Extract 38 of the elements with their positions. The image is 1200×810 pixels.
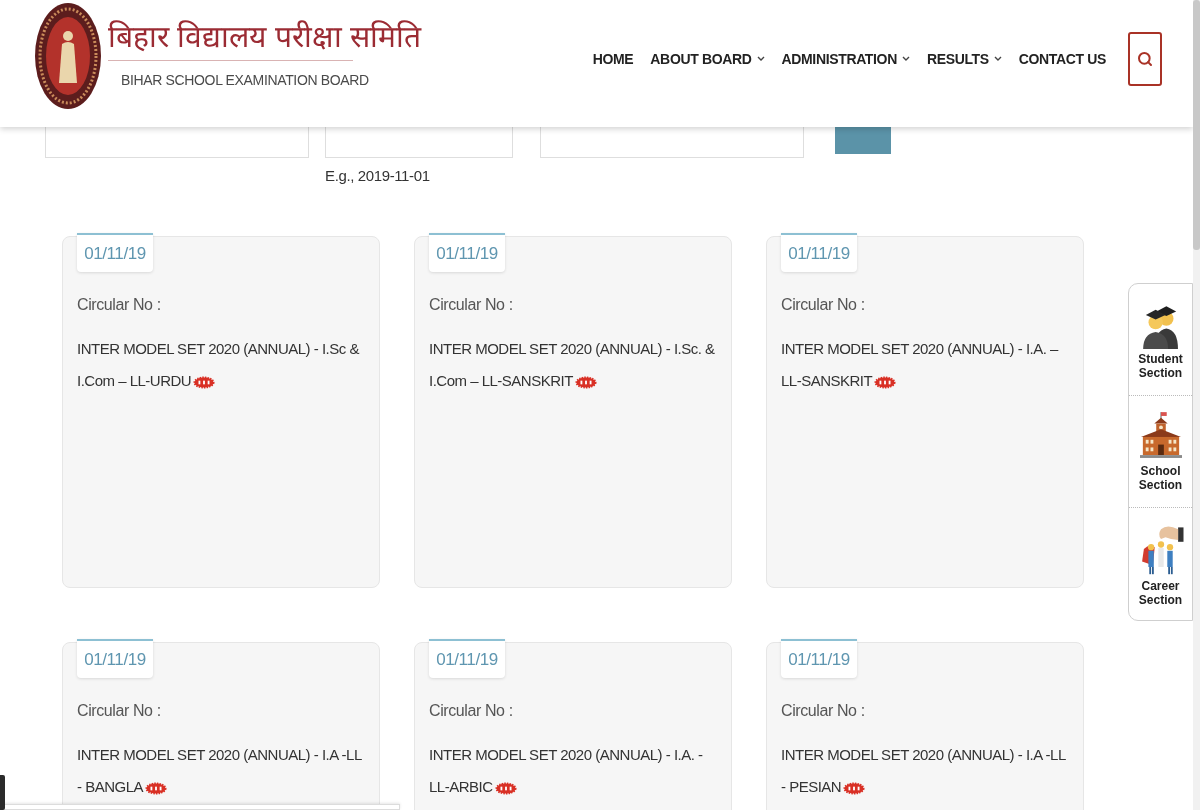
circular-label: Circular No : [781,295,865,315]
circular-label: Circular No : [77,701,161,721]
circular-title-link[interactable]: INTER MODEL SET 2020 (ANNUAL) - I.A. – LL-SANSKRIT [781,333,1073,397]
search-icon [1137,51,1153,67]
date-label: 01/11/19 [781,639,857,678]
circular-label: Circular No : [429,701,513,721]
dark-panel-edge [0,775,5,810]
circular-title-link[interactable]: INTER MODEL SET 2020 (ANNUAL) - I.A -LL - BANGLA [77,739,369,803]
date-label: 01/11/19 [429,639,505,678]
nav-link[interactable]: HOME [592,49,634,69]
side-section-link[interactable]: Student Section [1129,284,1192,396]
nav-link[interactable]: ABOUT BOARD [650,49,765,69]
circular-label: Circular No : [781,701,865,721]
input-field[interactable] [45,127,309,158]
circular-title-link[interactable]: INTER MODEL SET 2020 (ANNUAL) - I.Sc. & I.Com – LL-SANSKRIT [429,333,721,397]
circular-title-link[interactable]: INTER MODEL SET 2020 (ANNUAL) - I.Sc & I.Com – LL-URDU [77,333,369,397]
circular-label: Circular No : [77,295,161,315]
nav-link[interactable]: CONTACT US [1018,49,1106,69]
date-label: 01/11/19 [77,233,153,272]
site-title-hindi: बिहार विद्यालय परीक्षा समिति [108,19,421,55]
date-label: 01/11/19 [77,639,153,678]
side-section-link[interactable]: School Section [1129,396,1192,508]
date-input-field[interactable] [325,127,513,158]
site-title-english: BIHAR SCHOOL EXAMINATION BOARD [121,71,370,89]
date-hint: E.g., 2019-11-01 [325,166,430,186]
scrollbar-thumb[interactable] [1193,0,1200,250]
date-label: 01/11/19 [781,233,857,272]
date-label: 01/11/19 [429,233,505,272]
input-field[interactable] [540,127,804,158]
search-button[interactable] [1128,32,1162,86]
circular-title-link[interactable]: INTER MODEL SET 2020 (ANNUAL) - I.A -LL - PESIAN [781,739,1073,803]
action-button[interactable] [835,127,891,154]
circular-title-link[interactable]: INTER MODEL SET 2020 (ANNUAL) - I.A. - LL-ARBIC [429,739,721,803]
nav-link[interactable]: ADMINISTRATION [781,49,910,69]
nav-link[interactable]: RESULTS [926,49,1002,69]
school-building-icon [1139,411,1182,461]
circular-label: Circular No : [429,295,513,315]
side-section-link[interactable]: Career Section [1129,508,1192,620]
